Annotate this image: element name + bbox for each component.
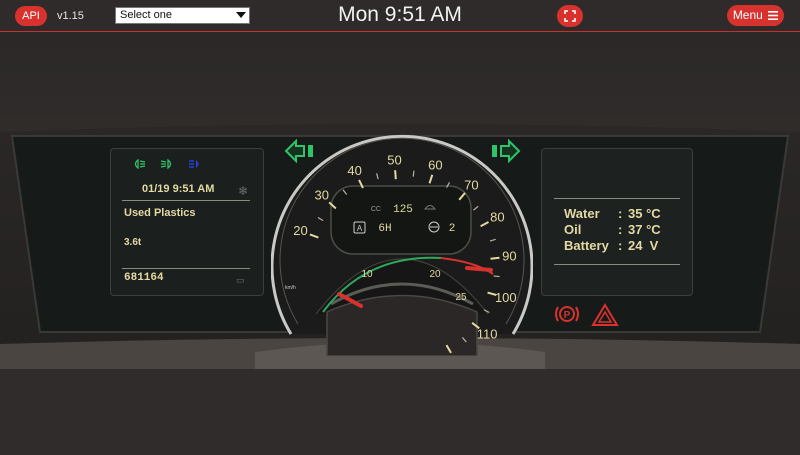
snowflake-icon: ❄	[238, 184, 249, 198]
lowbeam-icon	[134, 159, 146, 169]
divider	[122, 200, 250, 201]
speed-tick-label: 40	[347, 163, 361, 178]
colon: :	[618, 222, 623, 237]
rpm-tick-10: 10	[361, 269, 373, 280]
light-indicators	[132, 159, 202, 169]
rpm-tick-25: 25	[455, 292, 467, 303]
speed-tick-label: 90	[502, 249, 516, 264]
major-tick	[490, 256, 500, 260]
battery-label: Battery	[564, 238, 609, 253]
hazard-icon	[591, 303, 619, 326]
fullscreen-button[interactable]	[557, 5, 583, 27]
oil-value: 37 °C	[628, 222, 661, 237]
cargo-name: Used Plastics	[124, 207, 196, 219]
svg-text:P: P	[564, 310, 571, 321]
speed-tick-label: 110	[477, 326, 498, 341]
rpm-tick-20: 20	[429, 269, 441, 280]
api-button[interactable]: API	[15, 6, 47, 26]
gearbox-icon-glyph: A	[357, 224, 363, 233]
fuel-icon: ▭	[236, 275, 245, 285]
parking-brake-icon: P	[555, 306, 579, 322]
profile-select-value: Select one	[120, 9, 172, 21]
menu-button[interactable]: Menu	[727, 5, 784, 26]
colon: :	[618, 206, 623, 221]
speed-tick-label: 60	[428, 157, 442, 172]
speedometer-gauge: 2030405060708090100110120 km/h 10 20 25 …	[270, 134, 534, 369]
retarder-value: 2	[449, 223, 456, 235]
page-background	[0, 369, 800, 455]
speed-tick-label: 100	[495, 290, 517, 305]
odometer: 681164	[124, 272, 164, 284]
speed-tick-label: 20	[293, 223, 307, 238]
oil-label: Oil	[564, 222, 582, 237]
minor-tick	[412, 170, 415, 177]
water-label: Water	[564, 206, 600, 221]
speed-tick-label: 80	[490, 209, 504, 224]
parking-light-icon	[160, 159, 172, 169]
water-value: 35 °C	[628, 206, 661, 221]
top-bar: API v1.15 Select one Mon 9:51 AM Menu	[0, 0, 800, 32]
fullscreen-icon	[564, 10, 576, 22]
speed-needle	[465, 266, 493, 272]
profile-select[interactable]: Select one	[115, 7, 250, 24]
speed-tick-label: 70	[464, 177, 478, 192]
job-datetime: 01/19 9:51 AM	[142, 183, 215, 195]
cruise-label: CC	[371, 206, 381, 213]
battery-value: 24 V	[628, 238, 659, 253]
hamburger-icon	[768, 11, 779, 21]
clock: Mon 9:51 AM	[338, 3, 462, 26]
colon: :	[618, 238, 623, 253]
minor-tick	[493, 275, 500, 278]
speed-tick-label: 50	[387, 152, 401, 167]
hazard-warning	[591, 303, 619, 332]
gear-value: 6H	[378, 223, 391, 235]
cargo-weight: 3.6t	[124, 237, 142, 248]
divider	[554, 198, 680, 199]
highbeam-icon	[189, 160, 199, 168]
cruise-value: 125	[393, 204, 413, 216]
speed-unit-label: km/h	[285, 285, 296, 291]
divider	[554, 264, 680, 265]
chevron-down-icon	[236, 12, 246, 18]
speed-tick-label: 30	[315, 188, 329, 203]
menu-label: Menu	[732, 8, 763, 22]
speed-tick-label: 120	[445, 354, 467, 356]
divider	[122, 268, 250, 269]
parking-brake-warning: P	[553, 303, 581, 330]
version-label: v1.15	[57, 10, 84, 22]
major-tick	[394, 170, 397, 180]
